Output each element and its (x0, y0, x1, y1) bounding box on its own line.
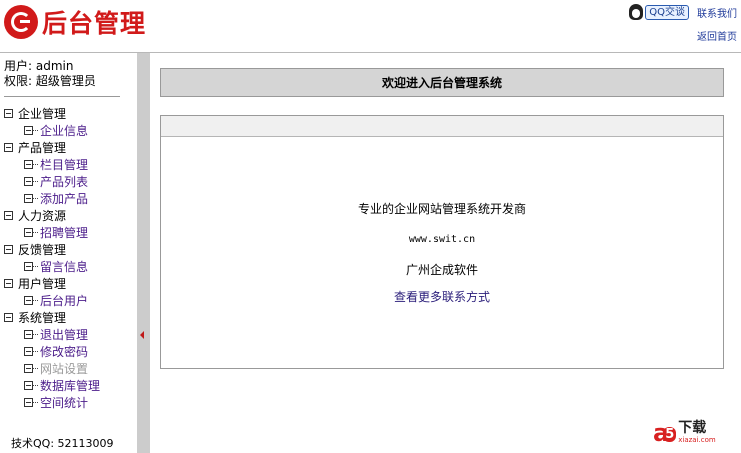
tree-connector (33, 198, 38, 199)
collapse-minus-icon[interactable] (4, 245, 13, 254)
sidebar-splitter[interactable] (137, 53, 150, 453)
menu-group[interactable]: 用户管理 (4, 275, 136, 292)
tree-connector (33, 130, 38, 131)
menu-item-label[interactable]: 修改密码 (40, 343, 88, 360)
collapse-arrow-icon[interactable] (140, 331, 144, 339)
tree-node-icon (24, 262, 33, 271)
tree-node-icon (24, 347, 33, 356)
menu-item[interactable]: 后台用户 (4, 292, 136, 309)
user-role: 权限: 超级管理员 (4, 74, 96, 88)
tree-connector (33, 266, 38, 267)
menu-item-label[interactable]: 栏目管理 (40, 156, 88, 173)
menu-item[interactable]: 栏目管理 (4, 156, 136, 173)
tree-connector (33, 368, 38, 369)
collapse-minus-icon[interactable] (4, 313, 13, 322)
tree-connector (33, 351, 38, 352)
info-panel: 专业的企业网站管理系统开发商 www.swit.cn 广州企成软件 查看更多联系… (160, 115, 724, 369)
website-url: www.swit.cn (408, 234, 476, 245)
qq-chat-button[interactable]: QQ交谈 (645, 4, 689, 20)
support-qq: 技术QQ: 52113009 (11, 437, 114, 450)
menu-item[interactable]: 数据库管理 (4, 377, 136, 394)
menu-item-label[interactable]: 招聘管理 (40, 224, 88, 241)
menu-group-title: 企业管理 (18, 107, 67, 121)
menu-item-label[interactable]: 空间统计 (40, 394, 88, 411)
tree-node-icon (24, 160, 33, 169)
menu-item-label[interactable]: 留言信息 (40, 258, 88, 275)
tree-connector (33, 300, 38, 301)
menu-item-label[interactable]: 网站设置 (40, 360, 88, 377)
menu-group-title: 用户管理 (18, 277, 67, 291)
menu-item[interactable]: 修改密码 (4, 343, 136, 360)
user-info: 用户: admin 权限: 超级管理员 (4, 59, 96, 89)
contact-us-link[interactable]: 联系我们 (697, 5, 737, 20)
tree-node-icon (24, 228, 33, 237)
main-content: 欢迎进入后台管理系统 专业的企业网站管理系统开发商 www.swit.cn 广州… (150, 53, 741, 453)
collapse-minus-icon[interactable] (4, 279, 13, 288)
menu-group-title: 系统管理 (18, 311, 67, 325)
collapse-minus-icon[interactable] (4, 109, 13, 118)
menu-item-label[interactable]: 数据库管理 (40, 377, 100, 394)
menu-item-label[interactable]: 退出管理 (40, 326, 88, 343)
logo[interactable]: 后台管理 (4, 4, 146, 40)
menu-group[interactable]: 反馈管理 (4, 241, 136, 258)
divider (4, 96, 120, 97)
menu-group[interactable]: 系统管理 (4, 309, 136, 326)
menu-item[interactable]: 招聘管理 (4, 224, 136, 241)
tree-node-icon (24, 194, 33, 203)
more-contact-link[interactable]: 查看更多联系方式 (161, 288, 723, 305)
sidebar: 用户: admin 权限: 超级管理员 企业管理 企业信息产品管理 栏目管理 产品列表… (0, 53, 137, 453)
menu-item[interactable]: 空间统计 (4, 394, 136, 411)
menu-item-label[interactable]: 添加产品 (40, 190, 88, 207)
back-home-link[interactable]: 返回首页 (697, 28, 737, 43)
menu-group-title: 产品管理 (18, 141, 67, 155)
menu-group[interactable]: 人力资源 (4, 207, 136, 224)
logo-icon (4, 5, 38, 39)
menu-item[interactable]: 退出管理 (4, 326, 136, 343)
menu-item-label[interactable]: 后台用户 (40, 292, 88, 309)
company-tagline: 专业的企业网站管理系统开发商 (357, 202, 526, 216)
menu-item[interactable]: 产品列表 (4, 173, 136, 190)
logo-text: 后台管理 (42, 9, 147, 38)
menu-item[interactable]: 留言信息 (4, 258, 136, 275)
tree-node-icon (24, 126, 33, 135)
collapse-minus-icon[interactable] (4, 211, 13, 220)
tree-node-icon (24, 398, 33, 407)
menu-item[interactable]: 网站设置 (4, 360, 136, 377)
menu-group[interactable]: 产品管理 (4, 139, 136, 156)
tree-connector (33, 385, 38, 386)
qq-contact-area: QQ交谈 联系我们 (629, 4, 737, 20)
menu-group-title: 人力资源 (18, 209, 67, 223)
header: 后台管理 QQ交谈 联系我们 返回首页 (0, 0, 741, 53)
menu-tree: 企业管理 企业信息产品管理 栏目管理 产品列表 添加产品人力资源 招聘管理反馈管理 留言信息… (4, 105, 136, 411)
tree-connector (33, 164, 38, 165)
watermark-logo: a 5 下载 xiazai.com (649, 417, 735, 449)
tree-connector (33, 181, 38, 182)
menu-item-label[interactable]: 产品列表 (40, 173, 88, 190)
menu-item-label[interactable]: 企业信息 (40, 122, 88, 139)
collapse-minus-icon[interactable] (4, 143, 13, 152)
menu-item[interactable]: 企业信息 (4, 122, 136, 139)
company-name: 广州企成软件 (405, 263, 478, 277)
welcome-title: 欢迎进入后台管理系统 (160, 68, 724, 97)
tree-node-icon (24, 296, 33, 305)
user-name: 用户: admin (4, 59, 74, 73)
qq-penguin-icon[interactable] (629, 4, 644, 20)
tree-node-icon (24, 330, 33, 339)
menu-item[interactable]: 添加产品 (4, 190, 136, 207)
tree-node-icon (24, 177, 33, 186)
panel-header (161, 116, 723, 137)
menu-group[interactable]: 企业管理 (4, 105, 136, 122)
watermark-download: 下载 (678, 420, 707, 436)
tree-connector (33, 334, 38, 335)
tree-connector (33, 402, 38, 403)
tree-connector (33, 232, 38, 233)
tree-node-icon (24, 364, 33, 373)
tree-node-icon (24, 381, 33, 390)
watermark-url: xiazai.com (678, 436, 716, 444)
watermark-five: 5 (663, 426, 677, 442)
menu-group-title: 反馈管理 (18, 243, 67, 257)
